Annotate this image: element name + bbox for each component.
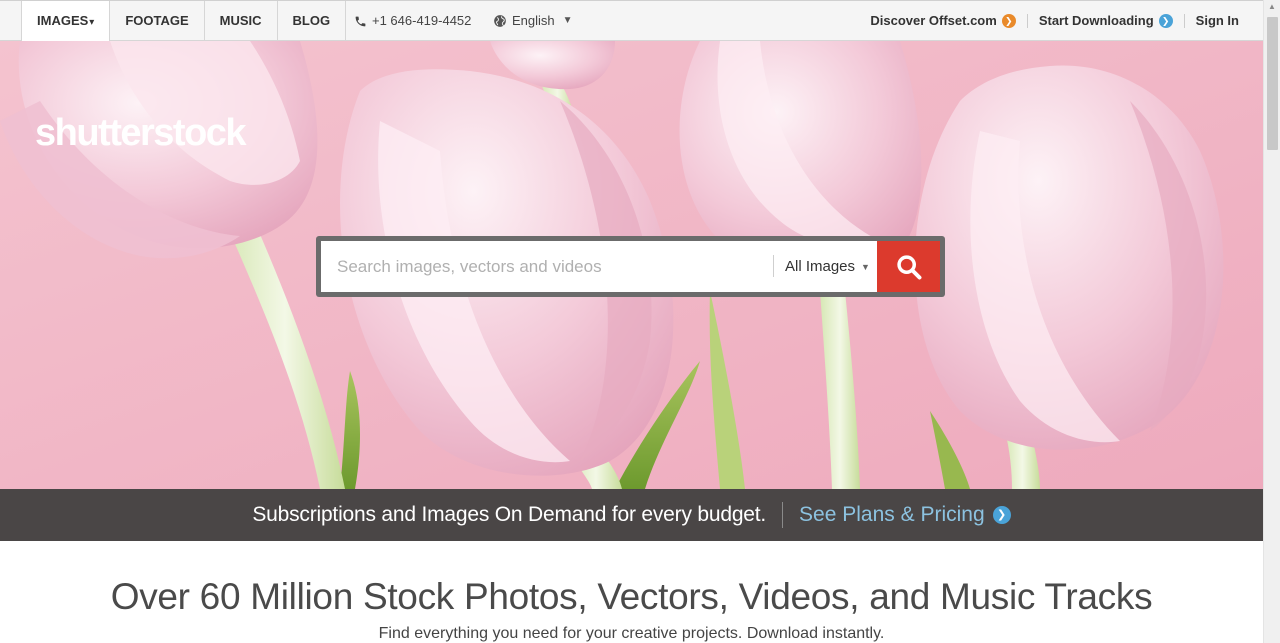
arrow-right-icon: ❯	[992, 506, 1011, 524]
nav-tabs: IMAGES▾ FOOTAGE MUSIC BLOG	[21, 1, 347, 42]
chevron-down-icon: ▾	[89, 17, 95, 28]
discover-offset-link[interactable]: Discover Offset.com ❯	[859, 14, 1026, 28]
search-type-dropdown[interactable]: All Images ▼	[773, 241, 877, 292]
tab-footage[interactable]: FOOTAGE	[110, 1, 205, 41]
tab-images[interactable]: IMAGES▾	[21, 1, 111, 42]
tab-blog-label: BLOG	[292, 13, 331, 28]
sign-in-label: Sign In	[1195, 13, 1239, 28]
tab-images-label: IMAGES	[37, 13, 89, 28]
globe-icon	[494, 15, 506, 27]
scrollbar[interactable]: ▲	[1263, 0, 1280, 643]
chevron-down-icon: ▼	[861, 261, 870, 272]
tab-music-label: MUSIC	[219, 13, 262, 28]
arrow-right-icon: ❯	[1158, 14, 1173, 28]
see-plans-pricing-label: See Plans & Pricing	[799, 503, 985, 526]
see-plans-pricing-link[interactable]: See Plans & Pricing ❯	[799, 503, 1011, 527]
language-label: English	[512, 13, 555, 28]
scroll-up-icon[interactable]: ▲	[1268, 2, 1276, 11]
tab-footage-label: FOOTAGE	[125, 13, 189, 28]
banner-divider	[782, 502, 784, 528]
phone-number: +1 646-419-4452	[354, 1, 471, 41]
discover-offset-label: Discover Offset.com	[870, 13, 997, 28]
phone-text: +1 646-419-4452	[372, 13, 472, 28]
tab-blog[interactable]: BLOG	[278, 1, 347, 41]
plans-banner: Subscriptions and Images On Demand for e…	[0, 489, 1263, 541]
search-icon	[896, 254, 921, 279]
search-bar: All Images ▼	[316, 236, 945, 297]
search-input[interactable]	[321, 241, 773, 292]
banner-text: Subscriptions and Images On Demand for e…	[252, 503, 767, 526]
page-headline: Over 60 Million Stock Photos, Vectors, V…	[110, 576, 1153, 617]
shutterstock-logo[interactable]: shutterstock	[35, 112, 247, 155]
sign-in-link[interactable]: Sign In	[1183, 13, 1250, 28]
start-downloading-link[interactable]: Start Downloading ❯	[1026, 13, 1184, 28]
nav-right-links: Discover Offset.com ❯ Start Downloading …	[859, 1, 1250, 41]
scrollbar-thumb[interactable]	[1267, 17, 1278, 150]
chevron-down-icon: ▼	[562, 15, 573, 26]
page-subline: Find everything you need for your creati…	[378, 625, 885, 642]
phone-icon	[355, 16, 366, 26]
arrow-right-icon: ❯	[1001, 14, 1016, 28]
tab-music[interactable]: MUSIC	[205, 1, 278, 41]
search-button[interactable]	[877, 241, 940, 292]
top-navigation: IMAGES▾ FOOTAGE MUSIC BLOG +1 646-419-44…	[0, 0, 1263, 42]
language-selector[interactable]: English ▼	[493, 1, 573, 41]
start-downloading-label: Start Downloading	[1038, 13, 1154, 28]
search-type-label: All Images	[785, 258, 856, 275]
